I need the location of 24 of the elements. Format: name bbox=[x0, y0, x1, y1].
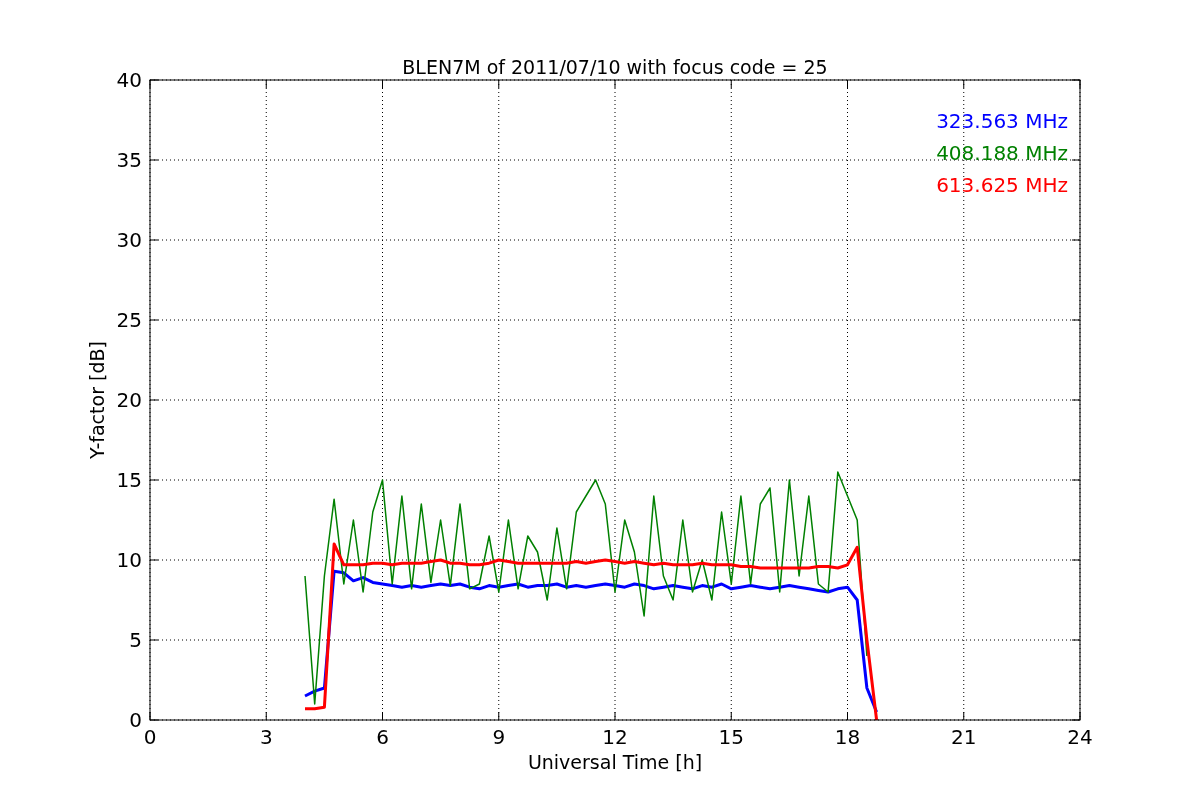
y-tick-label: 0 bbox=[129, 708, 142, 732]
y-axis-label: Y-factor [dB] bbox=[86, 341, 108, 459]
x-tick-label: 18 bbox=[834, 725, 861, 749]
legend-label: 323.563 MHz bbox=[936, 109, 1068, 133]
chart-title: BLEN7M of 2011/07/10 with focus code = 25 bbox=[402, 56, 828, 78]
x-tick-label: 21 bbox=[951, 725, 977, 749]
x-tick-label: 0 bbox=[143, 725, 157, 749]
y-tick-label: 30 bbox=[116, 228, 142, 252]
y-tick-label: 35 bbox=[116, 148, 142, 172]
x-tick-label: 6 bbox=[376, 725, 389, 749]
x-tick-label: 3 bbox=[259, 725, 273, 749]
x-tick-label: 24 bbox=[1067, 725, 1093, 749]
x-tick-label: 12 bbox=[602, 725, 628, 749]
y-tick-label: 25 bbox=[116, 308, 142, 332]
y-tick-label: 5 bbox=[129, 628, 142, 652]
y-tick-label: 10 bbox=[116, 548, 142, 572]
x-tick-label: 15 bbox=[718, 725, 744, 749]
y-tick-label: 40 bbox=[116, 68, 142, 92]
legend-label: 408.188 MHz bbox=[936, 141, 1068, 165]
x-tick-label: 9 bbox=[492, 725, 506, 749]
y-tick-label: 15 bbox=[116, 468, 142, 492]
x-axis-label: Universal Time [h] bbox=[527, 751, 703, 773]
legend-label: 613.625 MHz bbox=[936, 173, 1068, 197]
y-tick-label: 20 bbox=[116, 388, 142, 412]
